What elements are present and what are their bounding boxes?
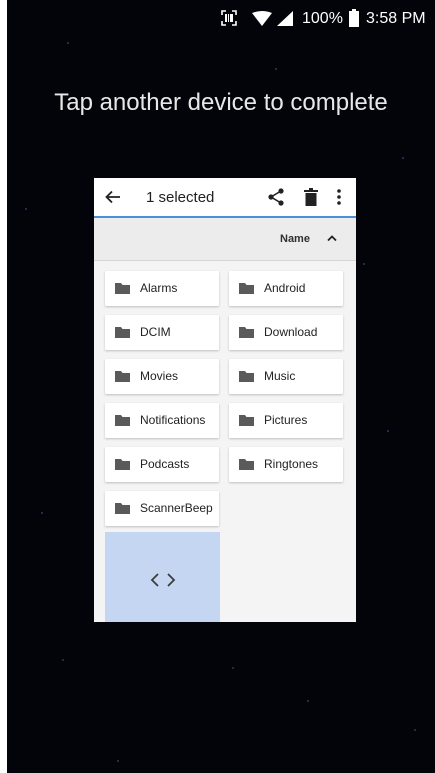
folder-tile[interactable]: Ringtones: [229, 447, 343, 482]
signal-icon: [277, 11, 293, 26]
folder-tile[interactable]: Pictures: [229, 403, 343, 438]
folder-name: Notifications: [140, 413, 206, 427]
folder-icon: [115, 459, 130, 470]
beam-instruction: Tap another device to complete: [54, 89, 388, 116]
folder-name: Alarms: [140, 281, 178, 295]
background-star: [41, 512, 43, 514]
folder-name: Movies: [140, 369, 179, 383]
folder-name: ScannerBeep: [140, 501, 213, 515]
folder-icon: [115, 415, 130, 426]
folder-icon: [115, 371, 130, 382]
status-bar: 100% 3:58 PM: [7, 0, 435, 40]
battery-icon: [349, 9, 359, 27]
folder-icon: [239, 327, 254, 338]
background-star: [363, 263, 365, 265]
folder-icon: [239, 371, 254, 382]
back-arrow-icon[interactable]: [104, 188, 122, 206]
background-star: [402, 157, 404, 159]
folder-name: DCIM: [140, 325, 171, 339]
status-time: 3:58 PM: [366, 10, 426, 27]
selection-count: 1 selected: [146, 189, 215, 206]
folder-icon: [115, 327, 130, 338]
folder-icon: [239, 283, 254, 294]
beam-screen: 100% 3:58 PM Tap another device to compl…: [7, 0, 435, 773]
code-icon: [150, 573, 176, 587]
folder-tile[interactable]: Notifications: [105, 403, 219, 438]
folder-icon: [115, 283, 130, 294]
chevron-up-icon[interactable]: [326, 232, 338, 244]
folder-name: Pictures: [264, 413, 308, 427]
background-star: [414, 729, 416, 731]
folder-tile[interactable]: Music: [229, 359, 343, 394]
folder-icon: [115, 503, 130, 514]
folder-tile[interactable]: ScannerBeep: [105, 491, 219, 526]
folder-tile[interactable]: DCIM: [105, 315, 219, 350]
folder-name: Music: [264, 369, 296, 383]
share-icon[interactable]: [268, 188, 284, 206]
background-star: [275, 68, 277, 70]
selection-toolbar: 1 selected: [94, 178, 356, 218]
folder-tile[interactable]: Podcasts: [105, 447, 219, 482]
sort-label[interactable]: Name: [280, 232, 310, 246]
background-star: [67, 42, 69, 44]
folder-tile[interactable]: Movies: [105, 359, 219, 394]
folder-name: Android: [264, 281, 306, 295]
background-star: [25, 208, 27, 210]
background-star: [232, 667, 234, 669]
scanner-icon: [221, 10, 237, 26]
background-star: [117, 760, 119, 762]
selected-file-tile[interactable]: [105, 532, 220, 622]
battery-percent: 100%: [302, 10, 343, 27]
background-star: [387, 430, 389, 432]
folder-name: Download: [264, 325, 318, 339]
folder-name: Podcasts: [140, 457, 190, 471]
folder-tile[interactable]: Android: [229, 271, 343, 306]
wifi-icon: [252, 11, 272, 26]
sort-bar[interactable]: Name: [94, 218, 356, 261]
background-star: [62, 659, 64, 661]
folder-icon: [239, 459, 254, 470]
delete-icon[interactable]: [304, 188, 318, 206]
more-vert-icon[interactable]: [336, 188, 342, 206]
file-manager-preview: 1 selected Name Alarms Android DCIM Down…: [94, 178, 356, 622]
background-star: [307, 700, 309, 702]
folder-tile[interactable]: Download: [229, 315, 343, 350]
folder-tile[interactable]: Alarms: [105, 271, 219, 306]
folder-icon: [239, 415, 254, 426]
folder-name: Ringtones: [264, 457, 319, 471]
